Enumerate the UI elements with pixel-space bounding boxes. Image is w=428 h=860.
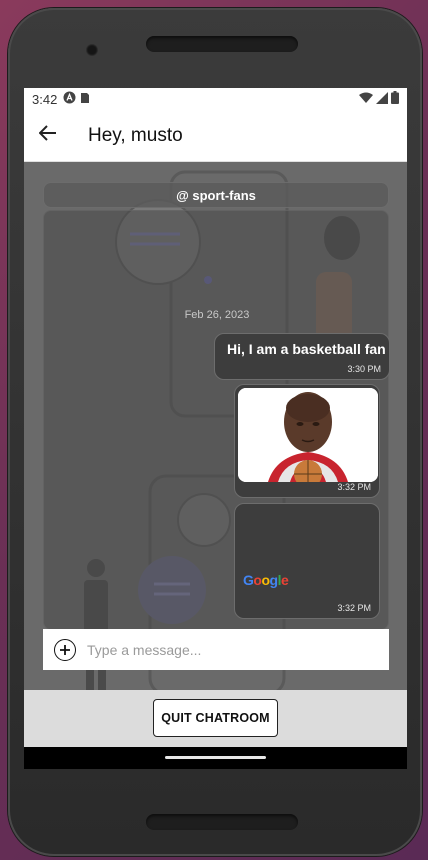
system-nav-bar [24, 747, 407, 769]
arrow-left-icon [38, 125, 57, 146]
wifi-icon [359, 92, 373, 107]
battery-icon [391, 91, 399, 107]
message-bubble-image[interactable]: 3:32 PM [234, 384, 380, 498]
message-time: 3:32 PM [337, 603, 371, 613]
quit-chatroom-button[interactable]: QUIT CHATROOM [153, 699, 278, 737]
google-logo-image[interactable]: Google [243, 572, 289, 588]
status-time: 3:42 [32, 91, 58, 107]
message-time: 3:30 PM [347, 364, 381, 374]
app-a-icon [63, 91, 76, 107]
signal-icon [376, 91, 388, 107]
message-text: Hi, I am a basketball fan [227, 341, 386, 357]
sim-card-icon [80, 92, 90, 107]
message-bubble-image[interactable]: Google 3:32 PM [234, 503, 380, 619]
message-list[interactable]: Feb 26, 2023 Hi, I am a basketball fan 3… [43, 210, 390, 630]
footer: QUIT CHATROOM [24, 690, 407, 747]
basketball-player-photo[interactable] [238, 388, 378, 482]
home-indicator[interactable] [165, 756, 266, 759]
status-bar: 3:42 [24, 88, 407, 110]
bottom-speaker [146, 814, 298, 830]
message-composer [43, 629, 389, 670]
message-time: 3:32 PM [337, 482, 371, 492]
chat-content: @ sport-fans Feb 26, 2023 Hi, I am a bas… [24, 162, 407, 690]
plus-circle-icon[interactable] [54, 638, 76, 661]
message-bubble-text[interactable]: Hi, I am a basketball fan 3:30 PM [214, 333, 390, 380]
page-title: Hey, musto [88, 124, 183, 146]
app-bar: Hey, musto [24, 110, 407, 162]
chatroom-name: @ sport-fans [43, 182, 389, 208]
front-camera [86, 44, 98, 56]
date-separator: Feb 26, 2023 [184, 309, 250, 321]
message-input[interactable] [87, 641, 367, 658]
back-button[interactable] [24, 110, 72, 162]
top-speaker [146, 36, 298, 52]
device-screen: 3:42 Hey, musto @ sport-fans Feb 26, 202… [24, 88, 407, 769]
